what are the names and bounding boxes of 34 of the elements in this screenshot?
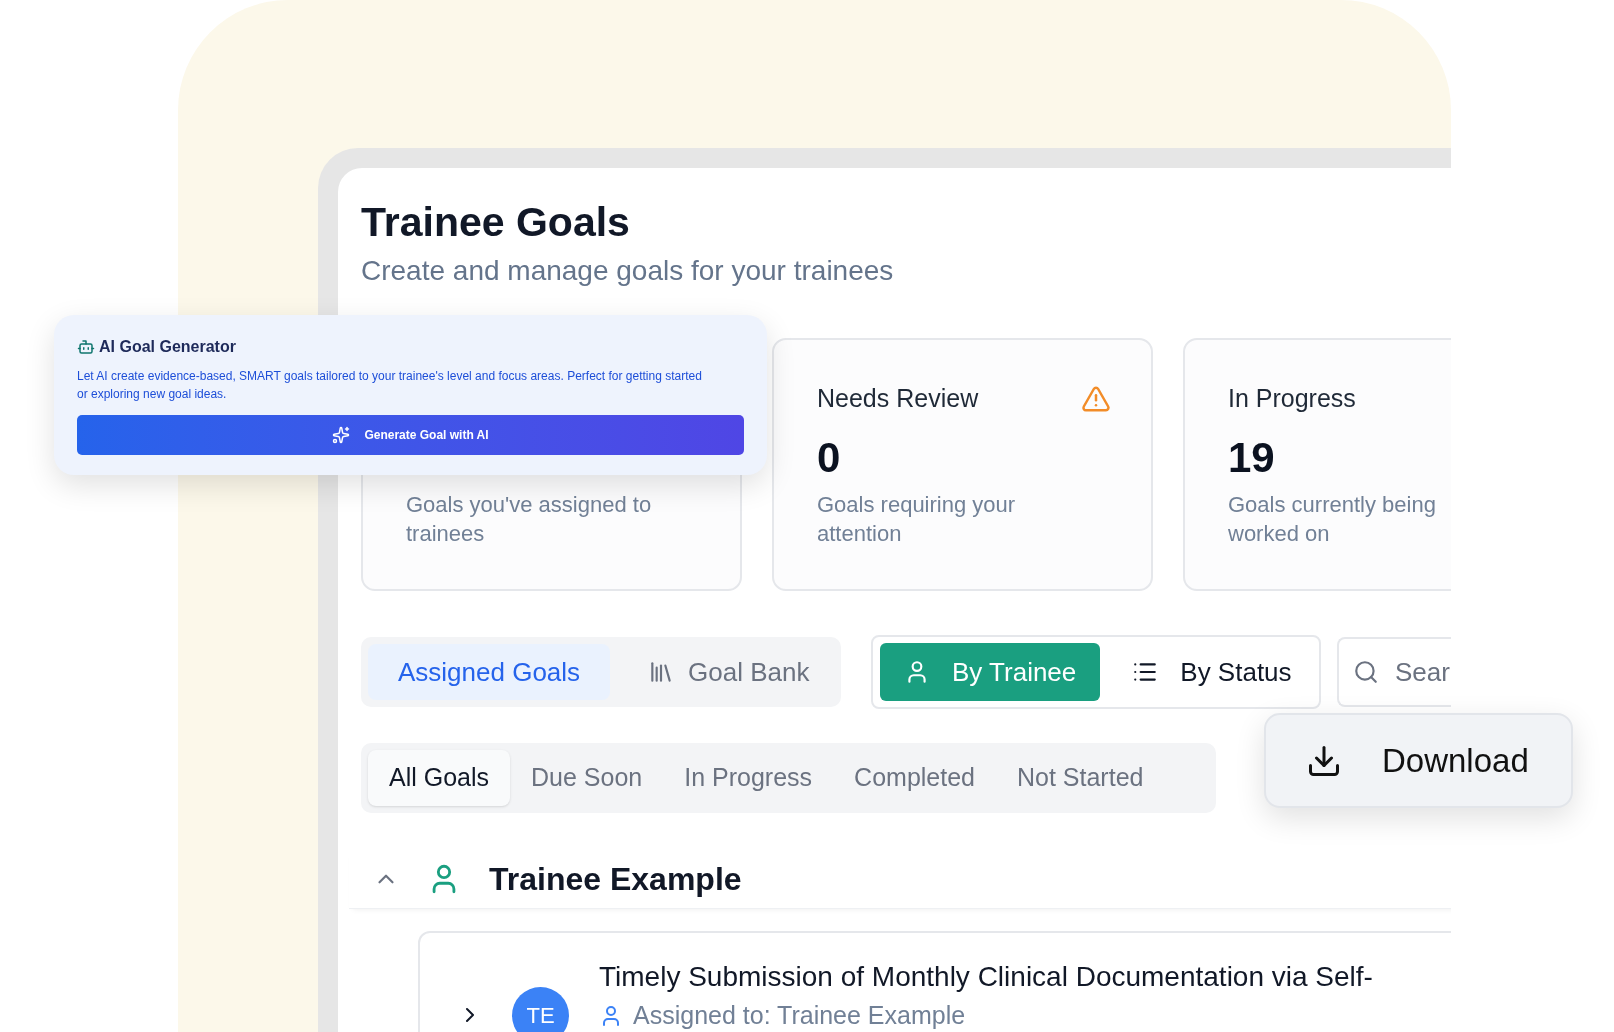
card-title: In Progress	[1228, 383, 1356, 415]
card-title: Needs Review	[817, 383, 979, 415]
card-value: 0	[817, 434, 841, 481]
avatar: TE	[512, 987, 569, 1032]
view-toggle-option[interactable]: By Status	[1108, 643, 1316, 701]
tab[interactable]: Assigned Goals	[368, 644, 611, 700]
goal-title: Timely Submission of Monthly Clinical Documentation via Self-	[599, 960, 1373, 994]
search-field[interactable]: Sear	[1337, 637, 1451, 707]
download-button[interactable]: Download	[1264, 713, 1573, 808]
filter-tab[interactable]: Not Started	[996, 750, 1165, 806]
trainee-name: Trainee Example	[489, 859, 742, 899]
card-value: 19	[1228, 434, 1275, 481]
filter-tab[interactable]: In Progress	[663, 750, 834, 806]
ai-generator-title: AI Goal Generator	[99, 337, 236, 357]
goal-card[interactable]: TE Timely Submission of Monthly Clinical Documentation via Self- Assigned to: Trainee Example	[418, 931, 1451, 1032]
warning-icon	[1081, 384, 1111, 414]
filter-tab[interactable]: Completed	[833, 750, 996, 806]
card-description: Goals you've assigned to trainees	[406, 491, 653, 548]
sparkles-icon	[332, 426, 351, 444]
filter-tab[interactable]: All Goals	[368, 750, 511, 806]
page-title: Trainee Goals	[361, 198, 631, 246]
trainee-group-header[interactable]: Trainee Example	[349, 849, 1451, 909]
view-toggle-option[interactable]: By Trainee	[880, 643, 1101, 701]
card-description: Goals currently being worked on	[1228, 491, 1437, 548]
ai-generator-description: Let AI create evidence-based, SMART goals tailored to your trainee's level and focus areas. Perfect for getting started or exploring new goal ideas.	[77, 368, 703, 403]
generate-goal-button[interactable]: Generate Goal with AI	[77, 415, 744, 455]
search-input[interactable]: Sear	[1395, 652, 1451, 692]
robot-icon	[77, 338, 95, 356]
page-subtitle: Create and manage goals for your trainees	[361, 254, 895, 288]
assigned-to: Assigned to: Trainee Example	[633, 1000, 966, 1031]
filter-tab[interactable]: Due Soon	[510, 750, 664, 806]
search-icon	[1353, 659, 1379, 685]
card-description: Goals requiring your attention	[817, 491, 1017, 548]
tab[interactable]: Goal Bank	[618, 644, 840, 700]
